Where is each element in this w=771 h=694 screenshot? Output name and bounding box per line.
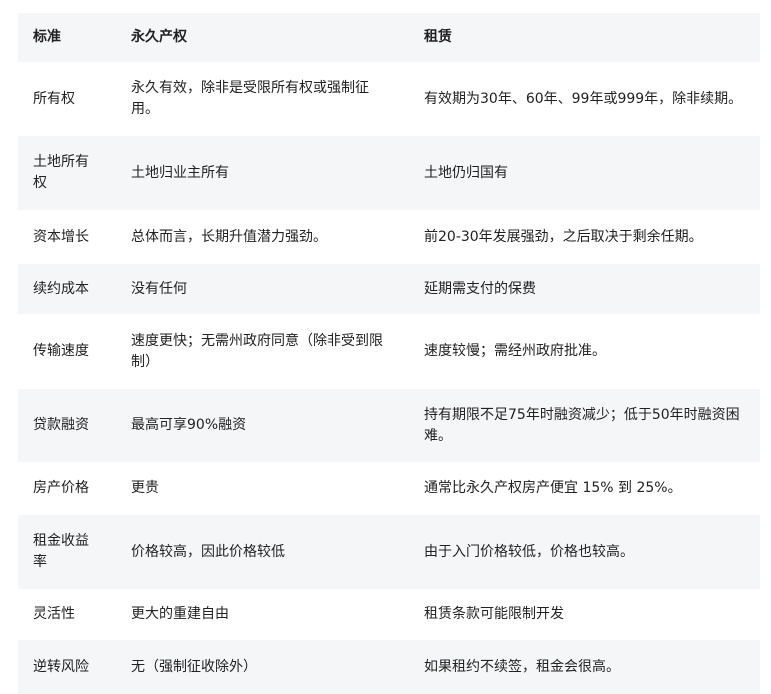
row-leasehold: 土地仍归国有 <box>424 164 508 181</box>
row-leasehold: 由于入门价格较低，价格也较高。 <box>424 543 634 560</box>
table-row: 续约成本 没有任何 延期需支付的保费 <box>18 264 760 314</box>
table-row: 资本增长 总体而言，长期升值潜力强劲。 前20-30年发展强劲，之后取决于剩余任… <box>18 210 760 264</box>
row-criteria: 房产价格 <box>33 480 89 496</box>
table-header-row: 标准 永久产权 租赁 <box>18 13 760 62</box>
row-criteria: 灵活性 <box>33 606 75 622</box>
row-criteria: 所有权 <box>33 90 75 107</box>
row-freehold: 价格较高，因此价格较低 <box>131 543 285 560</box>
row-criteria: 土地所有权 <box>33 154 89 191</box>
row-freehold: 更大的重建自由 <box>131 606 229 622</box>
row-leasehold: 有效期为30年、60年、99年或999年，除非续期。 <box>424 90 743 107</box>
header-leasehold: 租赁 <box>424 29 452 45</box>
table-row: 贷款融资 最高可享90%融资 持有期限不足75年时融资减少；低于50年时融资困难… <box>18 389 760 462</box>
row-freehold: 总体而言，长期升值潜力强劲。 <box>131 228 327 245</box>
row-criteria: 传输速度 <box>33 343 89 359</box>
row-leasehold: 延期需支付的保费 <box>424 280 536 297</box>
row-leasehold: 租赁条款可能限制开发 <box>424 606 564 622</box>
row-criteria: 逆转风险 <box>33 658 89 675</box>
table-row: 房产价格 更贵 通常比永久产权房产便宜 15% 到 25%。 <box>18 462 760 515</box>
table-row: 所有权 永久有效，除非是受限所有权或强制征用。 有效期为30年、60年、99年或… <box>18 62 760 136</box>
table-row: 灵活性 更大的重建自由 租赁条款可能限制开发 <box>18 589 760 640</box>
row-freehold: 永久有效，除非是受限所有权或强制征用。 <box>131 80 369 117</box>
row-freehold: 没有任何 <box>131 280 187 297</box>
table-row: 土地所有权 土地归业主所有 土地仍归国有 <box>18 136 760 210</box>
row-criteria: 续约成本 <box>33 280 89 297</box>
row-freehold: 土地归业主所有 <box>131 164 229 181</box>
freehold-vs-leasehold-table: 标准 永久产权 租赁 所有权 永久有效，除非是受限所有权或强制征用。 有效期为3… <box>18 13 760 694</box>
row-freehold: 无（强制征收除外） <box>131 658 257 675</box>
row-leasehold: 如果租约不续签，租金会很高。 <box>424 658 620 675</box>
row-leasehold: 持有期限不足75年时融资减少；低于50年时融资困难。 <box>424 406 740 444</box>
table-row: 租金收益率 价格较高，因此价格较低 由于入门价格较低，价格也较高。 <box>18 515 760 589</box>
row-leasehold: 通常比永久产权房产便宜 15% 到 25%。 <box>424 480 682 496</box>
row-freehold: 最高可享90%融资 <box>131 417 247 433</box>
row-criteria: 租金收益率 <box>33 533 89 570</box>
row-leasehold: 速度较慢；需经州政府批准。 <box>424 343 606 359</box>
header-criteria: 标准 <box>33 29 61 45</box>
comparison-table-container: 标准 永久产权 租赁 所有权 永久有效，除非是受限所有权或强制征用。 有效期为3… <box>18 13 760 694</box>
table-row: 传输速度 速度更快；无需州政府同意（除非受到限制） 速度较慢；需经州政府批准。 <box>18 314 760 389</box>
header-freehold: 永久产权 <box>131 29 187 45</box>
row-freehold: 更贵 <box>131 480 159 496</box>
row-leasehold: 前20-30年发展强劲，之后取决于剩余任期。 <box>424 228 703 245</box>
table-row: 逆转风险 无（强制征收除外） 如果租约不续签，租金会很高。 <box>18 640 760 694</box>
row-freehold: 速度更快；无需州政府同意（除非受到限制） <box>131 332 383 370</box>
row-criteria: 资本增长 <box>33 228 89 245</box>
row-criteria: 贷款融资 <box>33 417 89 433</box>
